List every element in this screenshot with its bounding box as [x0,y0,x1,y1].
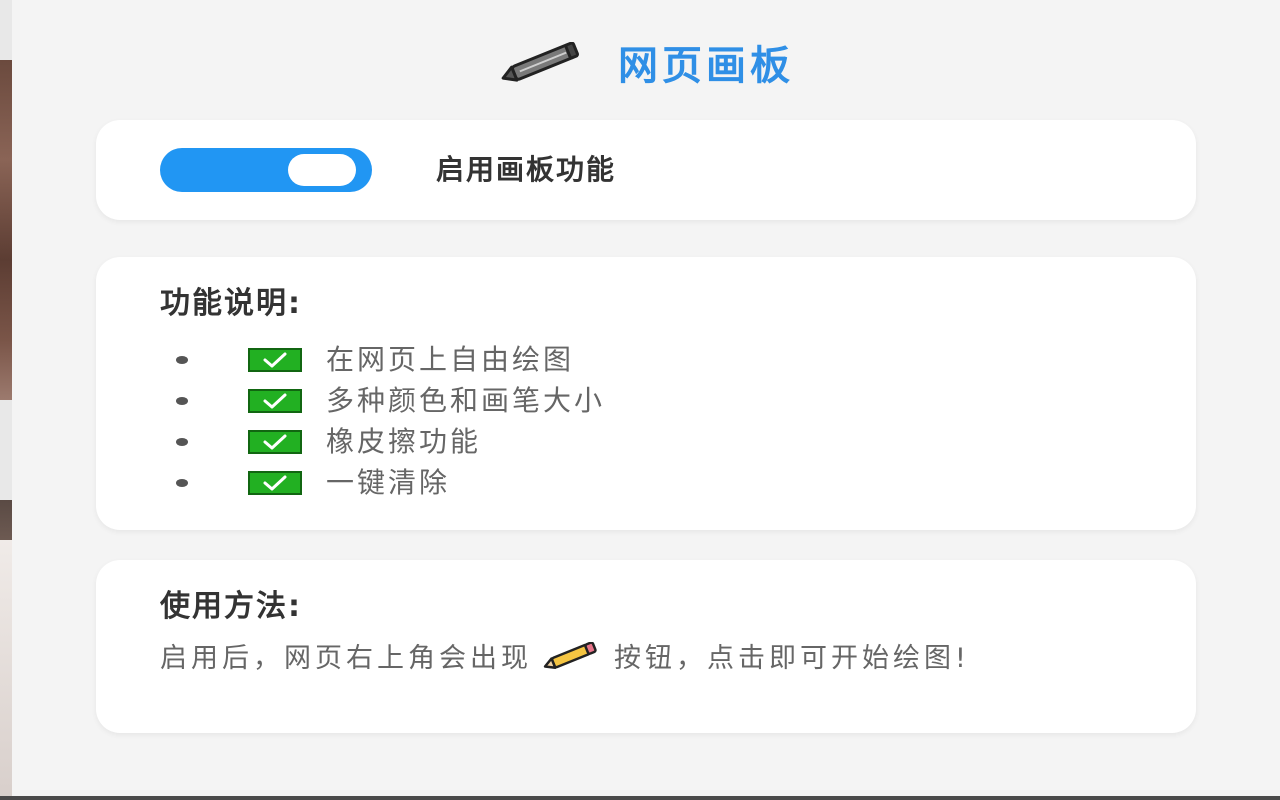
toggle-knob [288,154,356,186]
enable-drawing-toggle[interactable] [160,148,372,192]
feature-label: 在网页上自由绘图 [326,342,575,376]
popup-header: 网页画板 [12,30,1280,94]
feature-list: 在网页上自由绘图 多种颜色和画笔大小 橡皮擦功能 一键清除 [176,339,605,503]
pencil-icon [542,641,600,677]
pencil-icon [498,42,588,82]
feature-label: 一键清除 [326,465,451,499]
drawing-board-popup: 网页画板 启用画板功能 功能说明: 在网页上自由绘图 多种颜色和画笔大小 橡皮擦… [12,0,1280,796]
underlying-page-edge-bottom [0,796,1280,800]
bullet-icon [176,478,188,487]
check-mark-icon [248,429,302,454]
usage-heading: 使用方法: [160,589,302,624]
usage-card: 使用方法: 启用后，网页右上角会出现 按钮，点击即可开始绘图! [96,560,1196,733]
page-title: 网页画板 [618,43,794,89]
check-mark-icon [248,347,302,372]
bullet-icon [176,396,188,405]
list-item: 在网页上自由绘图 [176,339,605,380]
bullet-icon [176,355,188,364]
check-mark-icon [248,388,302,413]
feature-label: 橡皮擦功能 [326,424,482,458]
features-heading: 功能说明: [160,286,302,321]
enable-card: 启用画板功能 [96,120,1196,220]
bullet-icon [176,437,188,446]
list-item: 多种颜色和画笔大小 [176,380,605,421]
feature-label: 多种颜色和画笔大小 [326,383,606,417]
usage-instructions: 启用后，网页右上角会出现 按钮，点击即可开始绘图! [160,641,1140,677]
usage-text-after: 按钮，点击即可开始绘图! [614,643,970,674]
list-item: 橡皮擦功能 [176,421,605,462]
features-card: 功能说明: 在网页上自由绘图 多种颜色和画笔大小 橡皮擦功能 一键清除 [96,257,1196,530]
check-mark-icon [248,470,302,495]
usage-text-before: 启用后，网页右上角会出现 [160,643,532,674]
list-item: 一键清除 [176,462,605,503]
toggle-label: 启用画板功能 [436,153,617,186]
